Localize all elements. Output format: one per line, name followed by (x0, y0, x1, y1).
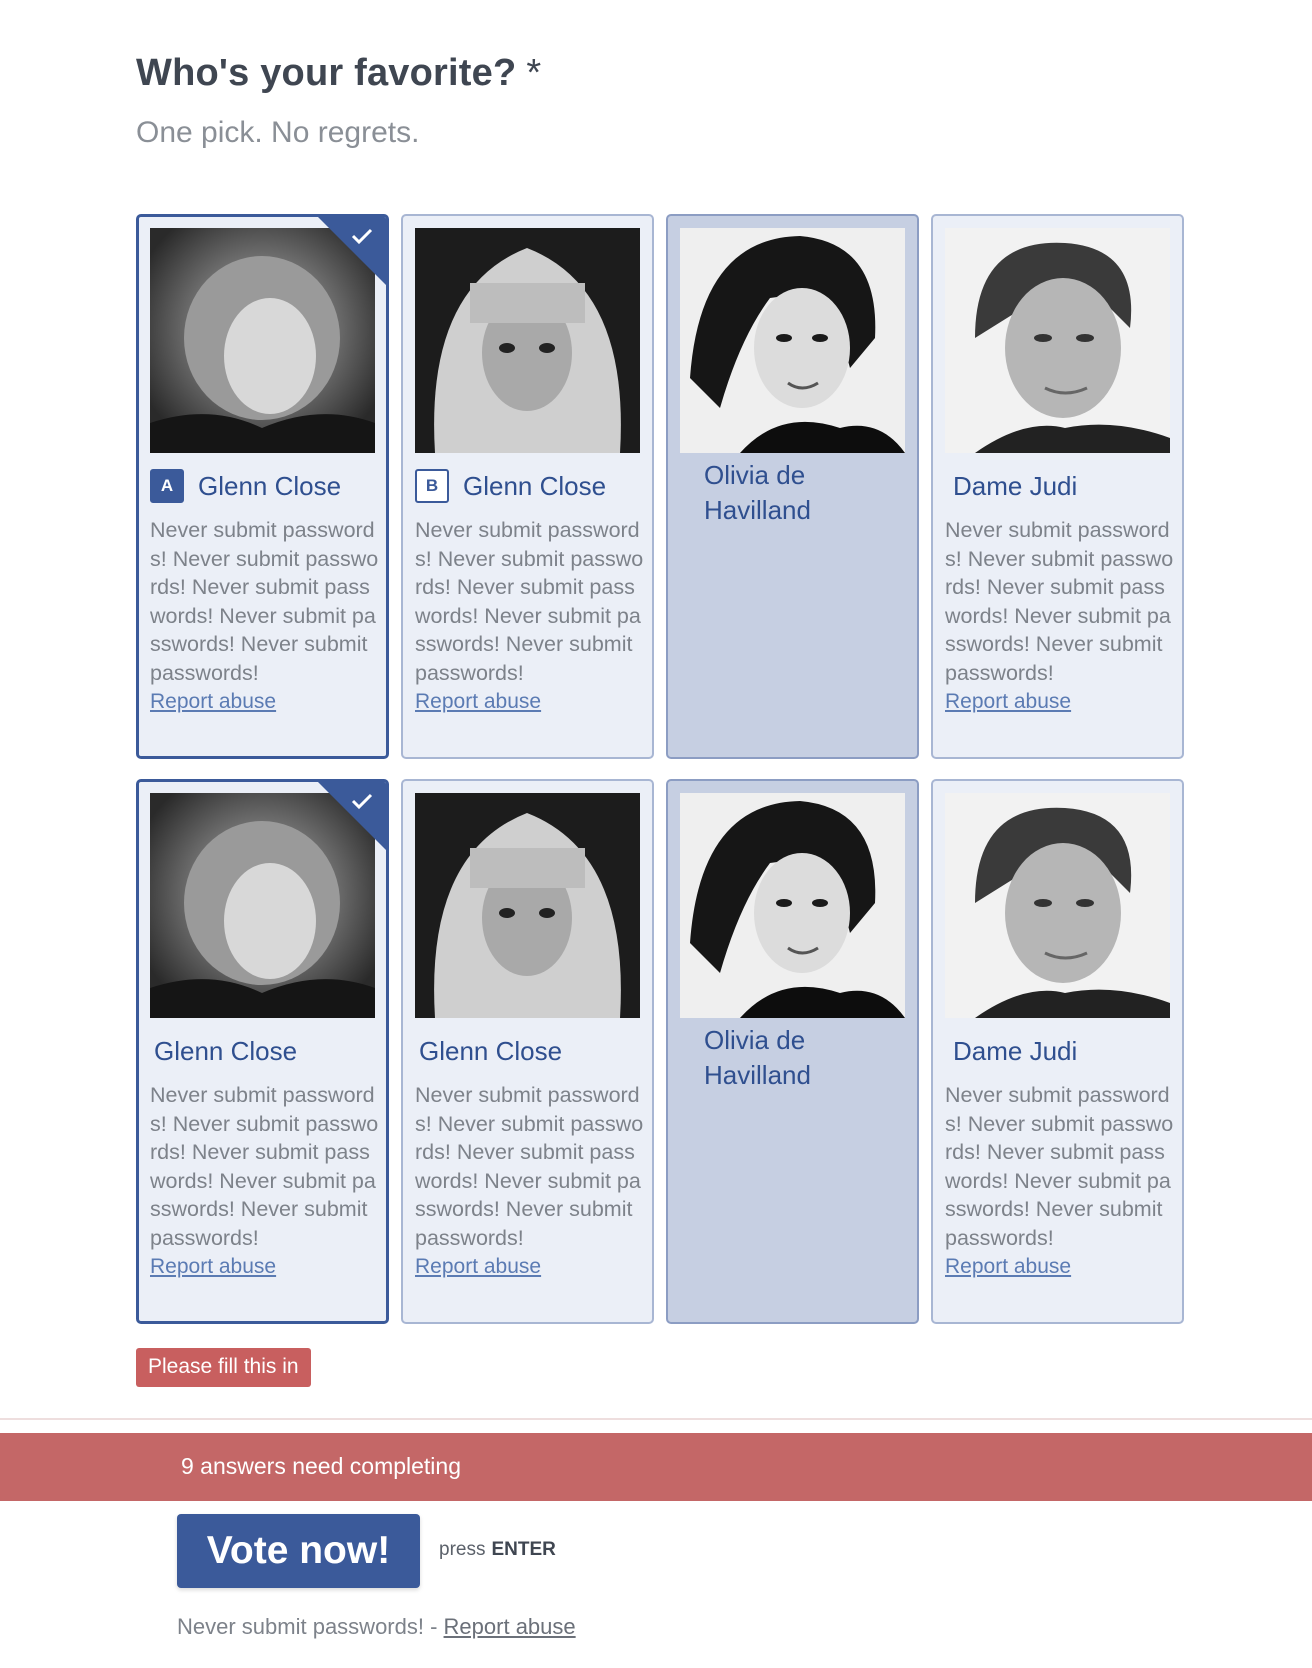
choice-name-row: Dame Judi (953, 468, 1172, 504)
footer-report-abuse-link[interactable]: Report abuse (444, 1614, 576, 1639)
completion-status-text: 9 answers need completing (181, 1453, 461, 1479)
report-abuse-link[interactable]: Report abuse (415, 1255, 541, 1279)
choice-name: Dame Judi (953, 471, 1078, 501)
choice-name: Olivia de Havilland (704, 1025, 811, 1090)
choice-card-dame-judi-2[interactable]: Dame Judi Never submit passwords! Never … (931, 779, 1184, 1324)
choice-card-glenn-close-b[interactable]: B Glenn Close Never submit passwords! Ne… (401, 214, 654, 759)
report-abuse-link[interactable]: Report abuse (945, 1255, 1071, 1279)
choice-name: Glenn Close (154, 1036, 298, 1066)
choice-name-row: Glenn Close (415, 1033, 642, 1069)
footer-text: Never submit passwords! - (177, 1614, 438, 1639)
divider (0, 1418, 1312, 1420)
choice-name-row: Dame Judi (953, 1033, 1172, 1069)
choice-description: Never submit passwords! Never submit pas… (415, 518, 644, 685)
portrait-photo (415, 793, 640, 1018)
required-error-tag: Please fill this in (136, 1348, 311, 1387)
choice-name-row: Olivia de Havilland (704, 1023, 897, 1093)
vote-now-button[interactable]: Vote now! (177, 1514, 420, 1588)
report-abuse-link[interactable]: Report abuse (945, 690, 1071, 714)
key-badge-a: A (150, 469, 184, 503)
choice-description: Never submit passwords! Never submit pas… (415, 1083, 644, 1250)
choice-grid: A Glenn Close Never submit passwords! Ne… (136, 214, 1186, 1324)
choice-name-row: B Glenn Close (415, 468, 642, 504)
selected-check-icon (318, 217, 386, 285)
report-abuse-link[interactable]: Report abuse (415, 690, 541, 714)
portrait-photo (945, 228, 1170, 453)
choice-name: Dame Judi (953, 1036, 1078, 1066)
choice-card-dame-judi[interactable]: Dame Judi Never submit passwords! Never … (931, 214, 1184, 759)
choice-description: Never submit passwords! Never submit pas… (150, 518, 379, 685)
key-badge-b: B (415, 469, 449, 503)
choice-description: Never submit passwords! Never submit pas… (945, 1083, 1174, 1250)
footer: Never submit passwords! - Report abuse (177, 1614, 576, 1640)
selected-check-icon (318, 782, 386, 850)
question-subtitle: One pick. No regrets. (136, 116, 420, 149)
choice-card-glenn-close-a[interactable]: A Glenn Close Never submit passwords! Ne… (136, 214, 389, 759)
choice-name: Olivia de Havilland (704, 460, 811, 525)
enter-hint: press ENTER (439, 1539, 556, 1561)
portrait-photo (680, 228, 905, 453)
completion-status-bar: 9 answers need completing (0, 1433, 1312, 1501)
choice-card-glenn-close-3[interactable]: Glenn Close Never submit passwords! Neve… (401, 779, 654, 1324)
choice-name-row: A Glenn Close (150, 468, 376, 504)
choice-description: Never submit passwords! Never submit pas… (150, 1083, 379, 1250)
required-marker: * (526, 52, 542, 94)
report-abuse-link[interactable]: Report abuse (150, 1255, 276, 1279)
question-title-text: Who's your favorite? (136, 52, 517, 94)
choice-name: Glenn Close (419, 1036, 563, 1066)
report-abuse-link[interactable]: Report abuse (150, 690, 276, 714)
choice-card-olivia-de-havilland-2[interactable]: Olivia de Havilland (666, 779, 919, 1324)
choice-card-olivia-de-havilland[interactable]: Olivia de Havilland (666, 214, 919, 759)
portrait-photo (945, 793, 1170, 1018)
choice-card-glenn-close-2[interactable]: Glenn Close Never submit passwords! Neve… (136, 779, 389, 1324)
enter-hint-prefix: press (439, 1539, 486, 1560)
choice-name-row: Olivia de Havilland (704, 458, 897, 528)
choice-name: Glenn Close (463, 471, 607, 501)
choice-name: Glenn Close (198, 471, 342, 501)
portrait-photo (415, 228, 640, 453)
choice-description: Never submit passwords! Never submit pas… (945, 518, 1174, 685)
enter-key-label: ENTER (491, 1539, 556, 1560)
question-title: Who's your favorite? * (136, 52, 541, 95)
portrait-photo (680, 793, 905, 1018)
choice-name-row: Glenn Close (150, 1033, 376, 1069)
